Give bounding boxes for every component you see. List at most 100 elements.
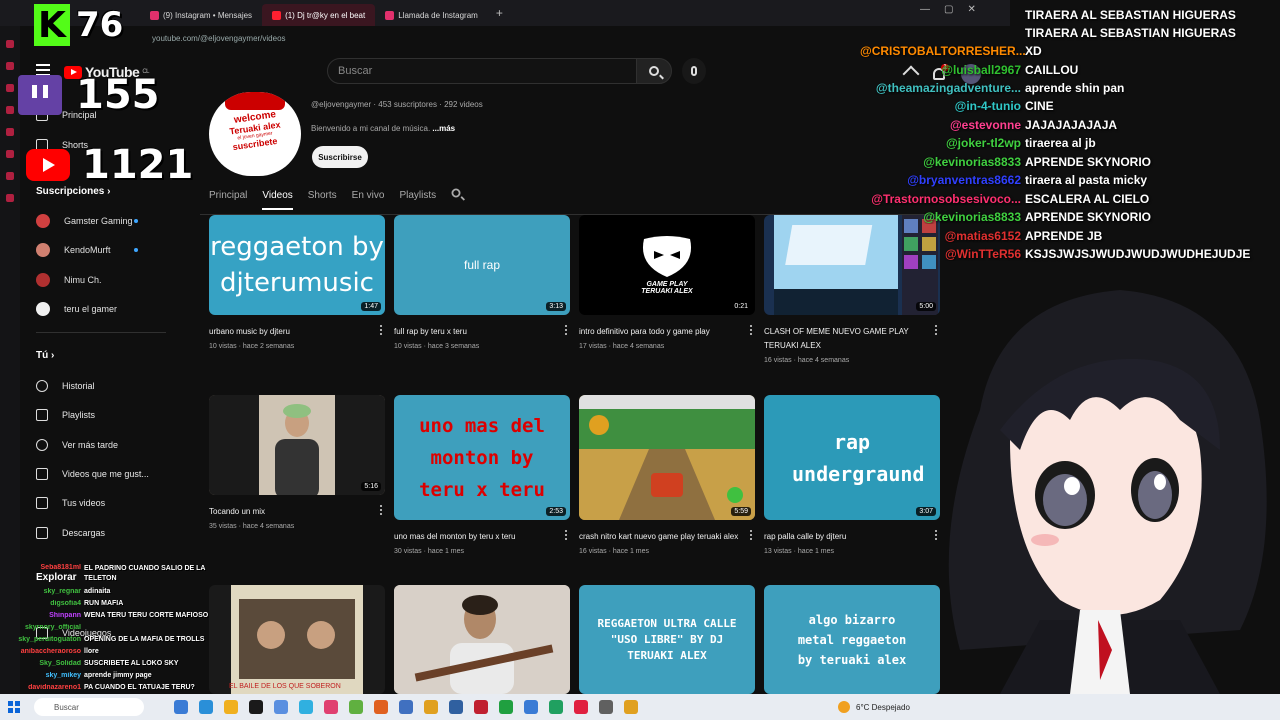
video-title[interactable]: rap palla calle by djteru [764, 530, 940, 544]
video-title[interactable]: Tocando un mix [209, 505, 385, 519]
video-card[interactable]: EL BAILE DE LOS QUE SOBERON [209, 585, 385, 694]
subscription-item[interactable]: Nimu Ch. [36, 273, 102, 287]
video-title[interactable]: intro definitivo para todo y game play [579, 325, 755, 339]
sidebar-item-history[interactable]: Historial [36, 377, 95, 395]
app-icon[interactable] [474, 700, 488, 714]
channel-description[interactable]: Bienvenido a mi canal de música. ...más [311, 124, 455, 133]
app-icon[interactable] [449, 700, 463, 714]
app-icon[interactable] [599, 700, 613, 714]
file-explorer-icon[interactable] [224, 700, 238, 714]
weather-text[interactable]: 6°C Despejado [856, 703, 910, 712]
app-icon[interactable] [274, 700, 288, 714]
sidebar-item-playlists[interactable]: Playlists [36, 406, 95, 424]
chat-message: sky_peruitoguaton OPENING DE LA MAFIA DE … [18, 636, 205, 643]
video-thumbnail[interactable]: EL BAILE DE LOS QUE SOBERON [209, 585, 385, 694]
weather-icon[interactable] [838, 701, 850, 713]
side-app-icon[interactable] [6, 194, 14, 202]
voice-search-button[interactable] [682, 58, 706, 84]
app-icon[interactable] [624, 700, 638, 714]
video-thumbnail[interactable]: REGGAETON ULTRA CALLE "USO LIBRE" BY DJ … [579, 585, 755, 694]
video-duration: 0:21 [731, 302, 751, 311]
edge-icon[interactable] [199, 700, 213, 714]
side-app-icon[interactable] [6, 128, 14, 136]
subscription-item[interactable]: teru el gamer [36, 302, 117, 316]
video-thumbnail[interactable]: 5:59 [579, 395, 755, 520]
side-app-icon[interactable] [6, 106, 14, 114]
more-options-icon[interactable] [750, 325, 753, 337]
more-options-icon[interactable] [750, 530, 753, 542]
browser-tab-instagram-messages[interactable]: (9) Instagram • Mensajes [140, 4, 262, 26]
firefox-icon[interactable] [374, 700, 388, 714]
task-view-icon[interactable] [174, 700, 188, 714]
search-input[interactable]: Buscar [327, 58, 637, 84]
app-icon[interactable] [299, 700, 313, 714]
browser-tab-youtube[interactable]: (1) Dj tr@ky en el beat [262, 4, 376, 26]
video-thumbnail[interactable]: full rap 3:13 [394, 215, 570, 315]
subscription-item[interactable]: KendoMurft [36, 243, 138, 257]
video-card[interactable] [394, 585, 570, 694]
browser-tab-instagram-call[interactable]: Llamada de Instagram [375, 4, 488, 26]
video-title[interactable]: crash nitro kart nuevo game play teruaki… [579, 530, 755, 544]
sidebar-item-downloads[interactable]: Descargas [36, 524, 105, 542]
tab-videos[interactable]: Videos [262, 190, 293, 210]
more-link[interactable]: ...más [432, 124, 455, 133]
tab-live[interactable]: En vivo [352, 190, 385, 210]
chrome-icon[interactable] [424, 700, 438, 714]
video-card[interactable]: 5:59 crash nitro kart nuevo game play te… [579, 395, 755, 555]
tab-shorts[interactable]: Shorts [308, 190, 337, 210]
side-app-icon[interactable] [6, 40, 14, 48]
video-title[interactable]: urbano music by djteru [209, 325, 385, 339]
video-title[interactable]: full rap by teru x teru [394, 325, 570, 339]
video-card[interactable]: reggaeton by djterumusic 1:47 urbano musi… [209, 215, 385, 350]
app-icon[interactable] [499, 700, 513, 714]
game-play-logo: GAME PLAY TERUAKI ALEX [637, 235, 697, 295]
side-app-icon[interactable] [6, 84, 14, 92]
video-thumbnail[interactable] [394, 585, 570, 694]
you-heading[interactable]: Tú › [36, 350, 54, 361]
video-thumbnail[interactable]: uno mas del monton by teru x teru 2:53 [394, 395, 570, 520]
video-card[interactable]: uno mas del monton by teru x teru 2:53 un… [394, 395, 570, 555]
video-card[interactable]: GAME PLAY TERUAKI ALEX 0:21 intro defini… [579, 215, 755, 350]
channel-avatar-large[interactable]: welcome Teruaki alex el joven gaymer sus… [209, 92, 301, 176]
side-app-icon[interactable] [6, 172, 14, 180]
terminal-icon[interactable] [249, 700, 263, 714]
app-icon[interactable] [524, 700, 538, 714]
more-options-icon[interactable] [565, 530, 568, 542]
tab-principal[interactable]: Principal [209, 190, 247, 210]
video-card[interactable]: algo bizarro metal reggaeton by teruaki … [764, 585, 940, 694]
new-content-dot [134, 248, 138, 252]
video-card[interactable]: full rap 3:13 full rap by teru x teru 10 … [394, 215, 570, 350]
chat-message: @matias6152 APRENDE JB [944, 229, 1103, 243]
side-app-icon[interactable] [6, 150, 14, 158]
windows-start-icon[interactable] [8, 701, 20, 713]
tab-playlists[interactable]: Playlists [399, 190, 436, 210]
channel-search-icon[interactable] [451, 188, 461, 198]
video-card[interactable]: REGGAETON ULTRA CALLE "USO LIBRE" BY DJ … [579, 585, 755, 694]
sidebar-item-your-videos[interactable]: Tus videos [36, 494, 105, 512]
app-icon[interactable] [349, 700, 363, 714]
taskbar-search[interactable]: Buscar [34, 698, 144, 716]
video-thumbnail[interactable]: rap undergraund 3:07 [764, 395, 940, 520]
sidebar-item-liked-videos[interactable]: Videos que me gust... [36, 465, 149, 483]
search-button[interactable] [636, 58, 672, 84]
subscription-item[interactable]: Gamster Gaming [36, 214, 138, 228]
sidebar-item-watch-later[interactable]: Ver más tarde [36, 436, 118, 454]
app-icon[interactable] [324, 700, 338, 714]
video-thumbnail[interactable]: GAME PLAY TERUAKI ALEX 0:21 [579, 215, 755, 315]
more-options-icon[interactable] [380, 325, 383, 337]
video-thumbnail[interactable]: 5:16 [209, 395, 385, 495]
video-thumbnail[interactable]: algo bizarro metal reggaeton by teruaki … [764, 585, 940, 694]
more-options-icon[interactable] [565, 325, 568, 337]
more-options-icon[interactable] [380, 505, 383, 517]
opera-icon[interactable] [574, 700, 588, 714]
subscribe-button[interactable]: Suscribirse [312, 146, 368, 168]
side-app-icon[interactable] [6, 62, 14, 70]
video-card[interactable]: 5:16 Tocando un mix 35 vistas · hace 4 s… [209, 395, 385, 530]
new-tab-icon[interactable]: + [496, 6, 503, 20]
video-title[interactable]: uno mas del monton by teru x teru [394, 530, 570, 544]
video-card[interactable]: rap undergraund 3:07 rap palla calle by d… [764, 395, 940, 555]
word-icon[interactable] [399, 700, 413, 714]
video-title[interactable]: CLASH OF MEME NUEVO GAME PLAY TERUAKI AL… [764, 325, 940, 353]
app-icon[interactable] [549, 700, 563, 714]
video-thumbnail[interactable]: reggaeton by djterumusic 1:47 [209, 215, 385, 315]
